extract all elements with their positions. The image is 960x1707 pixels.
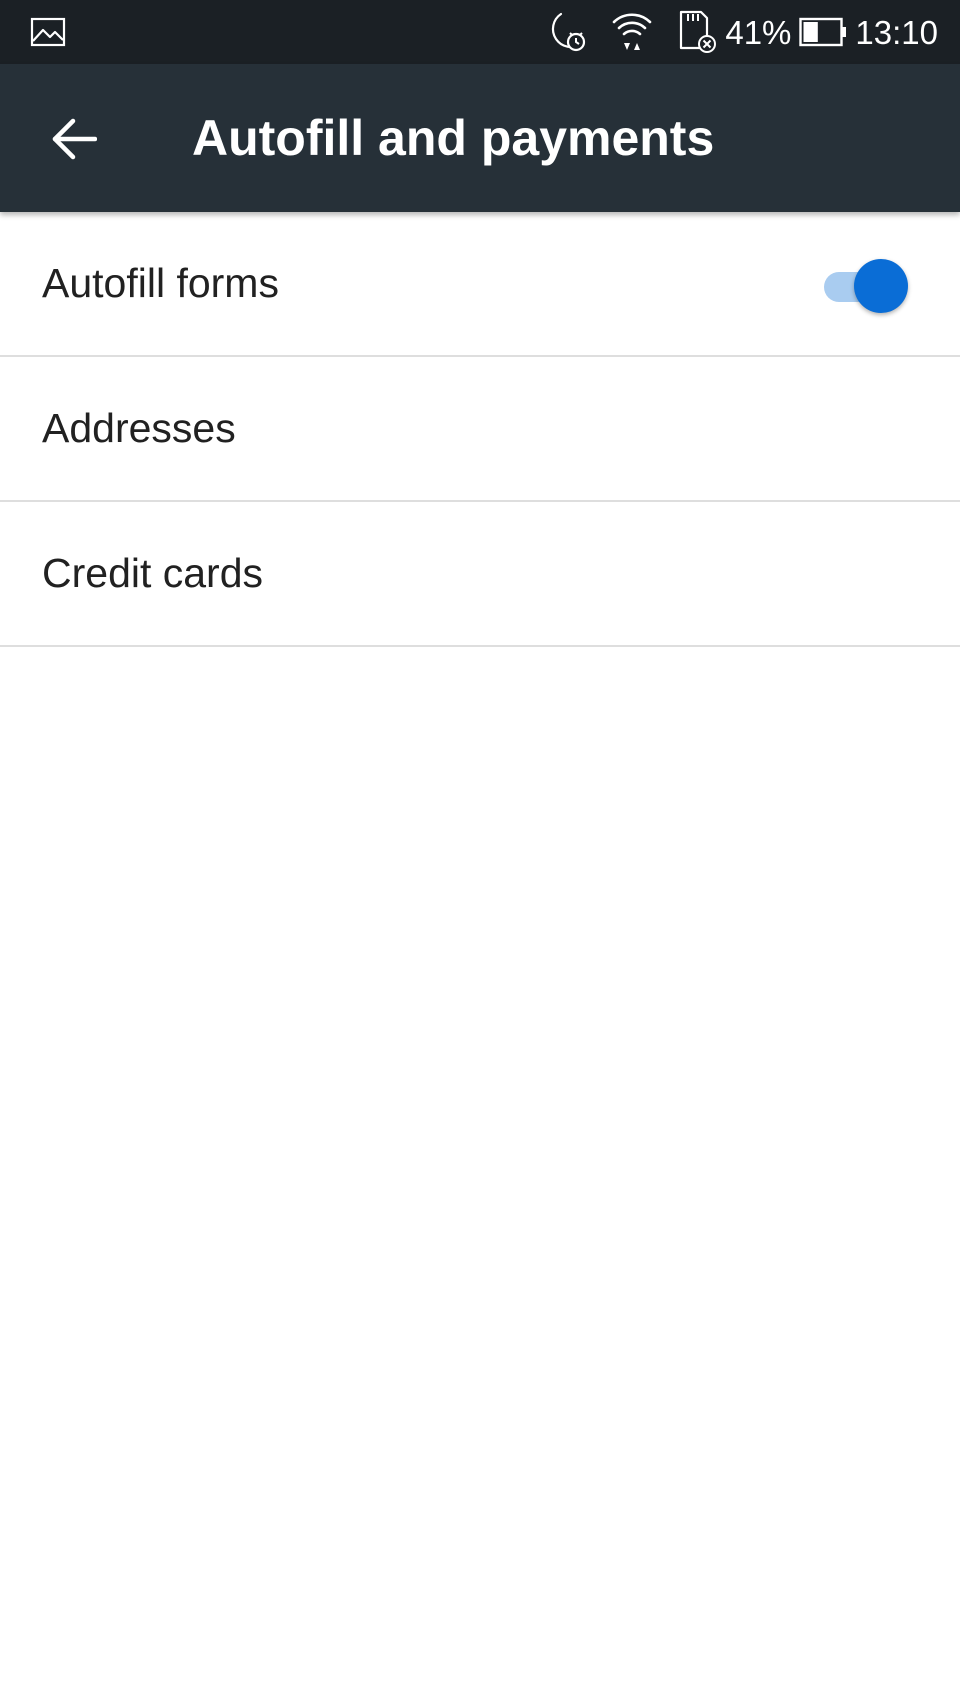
setting-row-addresses[interactable]: Addresses bbox=[0, 357, 960, 502]
battery-icon bbox=[799, 16, 847, 48]
do-not-disturb-alarm-icon bbox=[541, 10, 589, 54]
gallery-icon bbox=[30, 17, 66, 52]
toggle-thumb bbox=[854, 259, 908, 313]
page-title: Autofill and payments bbox=[192, 110, 715, 166]
clock: 13:10 bbox=[855, 13, 938, 51]
app-bar: Autofill and payments bbox=[0, 64, 960, 212]
settings-list: Autofill forms Addresses Credit cards bbox=[0, 212, 960, 647]
setting-label: Credit cards bbox=[42, 550, 264, 596]
wifi-icon bbox=[611, 10, 653, 54]
setting-row-autofill-forms[interactable]: Autofill forms bbox=[0, 212, 960, 357]
setting-row-credit-cards[interactable]: Credit cards bbox=[0, 502, 960, 647]
battery-percent: 41% bbox=[725, 13, 792, 51]
setting-label: Autofill forms bbox=[42, 260, 279, 306]
sd-card-error-icon bbox=[677, 10, 717, 54]
back-button[interactable] bbox=[34, 104, 114, 174]
autofill-forms-toggle[interactable] bbox=[820, 257, 908, 313]
status-bar: 41% 13:10 bbox=[0, 0, 960, 64]
status-icons: 41% 13:10 bbox=[541, 0, 938, 64]
arrow-back-icon bbox=[51, 118, 97, 160]
setting-label: Addresses bbox=[42, 405, 236, 451]
